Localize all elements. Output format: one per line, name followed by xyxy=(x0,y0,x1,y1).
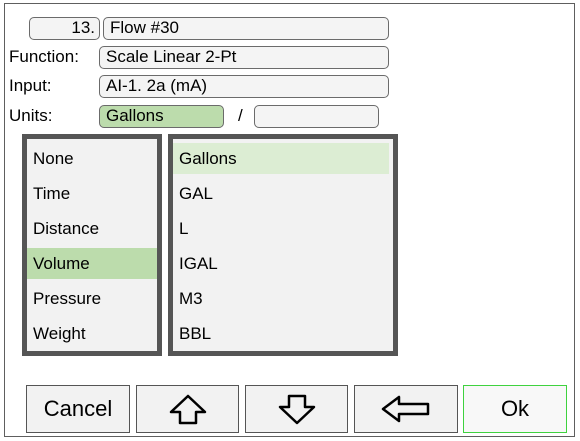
category-item-time[interactable]: Time xyxy=(27,178,157,209)
back-button[interactable] xyxy=(354,385,458,433)
arrow-down-icon xyxy=(277,393,317,425)
input-label: Input: xyxy=(9,76,52,95)
category-item-none[interactable]: None xyxy=(27,143,157,174)
channel-number-field[interactable]: 13. xyxy=(29,17,100,40)
units-per-field[interactable] xyxy=(254,105,379,128)
arrow-up-icon xyxy=(168,393,208,425)
category-item-volume[interactable]: Volume xyxy=(27,248,157,279)
unit-category-list[interactable]: None Time Distance Volume Pressure Weight xyxy=(22,134,162,356)
unit-item-gal[interactable]: GAL xyxy=(173,178,389,209)
units-label: Units: xyxy=(9,106,53,125)
category-item-pressure[interactable]: Pressure xyxy=(27,283,157,314)
unit-list[interactable]: Gallons GAL L IGAL M3 BBL xyxy=(168,134,398,356)
unit-item-gallons[interactable]: Gallons xyxy=(173,143,389,174)
arrow-left-icon xyxy=(380,394,432,424)
unit-item-bbl[interactable]: BBL xyxy=(173,318,389,349)
input-field[interactable]: AI-1. 2a (mA) xyxy=(99,75,389,98)
ok-button[interactable]: Ok xyxy=(463,385,567,433)
channel-setup-screen: 13. Flow #30 Function: Scale Linear 2-Pt… xyxy=(4,3,575,437)
category-item-weight[interactable]: Weight xyxy=(27,318,157,349)
unit-item-m3[interactable]: M3 xyxy=(173,283,389,314)
cancel-button-label: Cancel xyxy=(43,396,113,421)
channel-name-field[interactable]: Flow #30 xyxy=(103,17,389,40)
units-field[interactable]: Gallons xyxy=(99,105,224,128)
down-button[interactable] xyxy=(245,385,348,433)
unit-item-igal[interactable]: IGAL xyxy=(173,248,389,279)
function-field[interactable]: Scale Linear 2-Pt xyxy=(99,46,389,69)
function-label: Function: xyxy=(9,47,79,66)
up-button[interactable] xyxy=(136,385,239,433)
units-separator: / xyxy=(238,106,243,125)
category-item-distance[interactable]: Distance xyxy=(27,213,157,244)
cancel-button[interactable]: Cancel xyxy=(26,385,130,433)
unit-item-l[interactable]: L xyxy=(173,213,389,244)
ok-button-label: Ok xyxy=(500,396,530,421)
